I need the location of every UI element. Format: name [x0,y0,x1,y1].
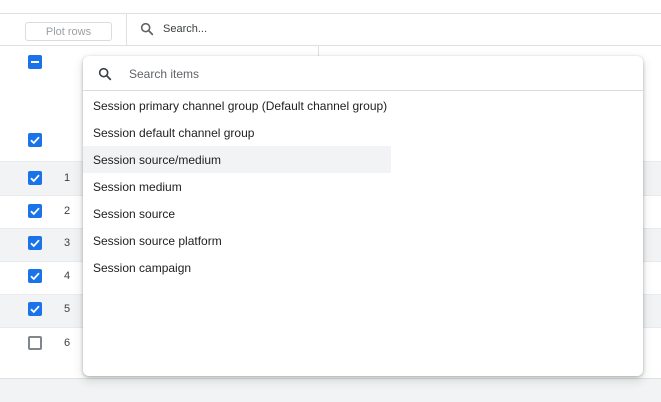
plot-rows-button[interactable]: Plot rows [25,22,112,41]
dropdown-search-bar [83,56,643,91]
row-number: 5 [64,303,71,315]
row-number: 1 [64,172,71,184]
dimension-picker-dropdown: Session primary channel group (Default c… [83,56,643,376]
search-icon [98,67,112,81]
row-checkbox[interactable] [28,336,42,350]
search-items-input[interactable] [129,65,609,83]
dropdown-item-list: Session primary channel group (Default c… [83,92,643,281]
search-icon[interactable] [139,21,155,37]
row-number: 2 [64,205,71,217]
row-checkbox[interactable] [28,171,42,185]
table-footer [0,378,661,402]
toolbar-bottom-divider [0,45,661,46]
row-checkbox[interactable] [28,302,42,316]
header-checkbox[interactable] [28,133,42,147]
row-checkbox[interactable] [28,204,42,218]
toolbar-divider [126,14,127,46]
row-checkbox[interactable] [28,236,42,250]
select-all-indeterminate-checkbox[interactable] [28,55,42,69]
row-number: 4 [64,270,71,282]
top-divider [0,13,661,14]
dropdown-item-primary-channel-group[interactable]: Session primary channel group (Default c… [83,92,391,119]
dropdown-item-source[interactable]: Session source [83,200,391,227]
row-checkbox[interactable] [28,269,42,283]
dropdown-item-default-channel-group[interactable]: Session default channel group [83,119,391,146]
row-number: 3 [64,237,71,249]
dropdown-item-campaign[interactable]: Session campaign [83,254,391,281]
table-search-input[interactable]: Search... [163,23,207,35]
plot-rows-label: Plot rows [45,25,92,38]
dropdown-item-source-medium[interactable]: Session source/medium [83,146,391,173]
dropdown-item-source-platform[interactable]: Session source platform [83,227,391,254]
dropdown-item-medium[interactable]: Session medium [83,173,391,200]
row-number: 6 [64,337,71,349]
